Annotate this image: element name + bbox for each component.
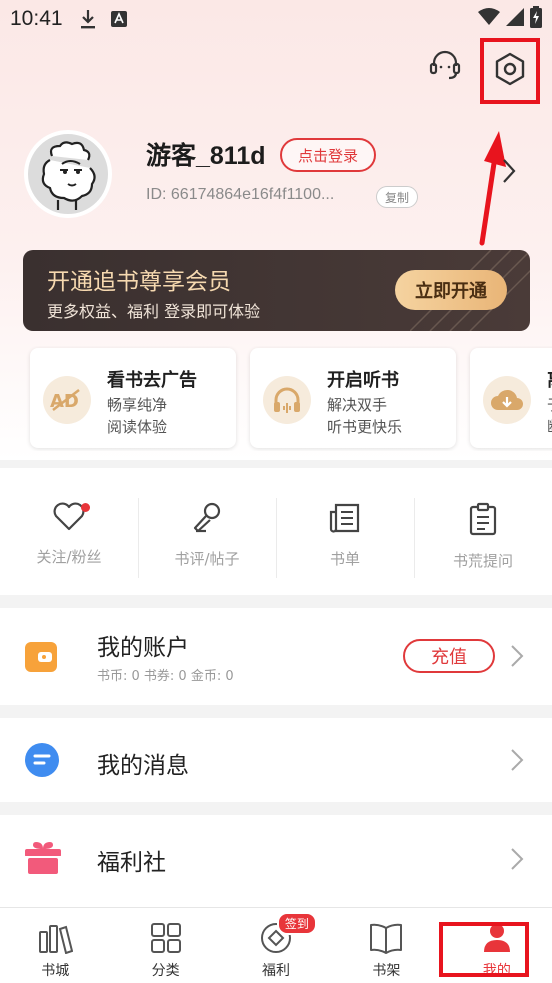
settings-button[interactable] xyxy=(480,38,540,104)
annotation-highlight-box xyxy=(439,922,529,977)
status-time: 10:41 xyxy=(10,7,63,30)
header-actions xyxy=(0,38,552,118)
notification-dot xyxy=(81,503,90,512)
feature-card-audiobook[interactable]: 开启听书 解决双手 听书更快乐 xyxy=(250,348,456,448)
headset-icon xyxy=(427,47,463,87)
feature-title: 开启听书 xyxy=(327,370,399,391)
ad-free-icon: AD xyxy=(43,376,91,424)
avatar[interactable] xyxy=(24,130,112,218)
bookshelf-icon xyxy=(368,922,404,958)
feature-card-ad-free[interactable]: AD 看书去广告 畅享纯净 阅读体验 xyxy=(30,348,236,448)
chevron-right-icon xyxy=(510,847,524,875)
copy-id-button[interactable]: 复制 xyxy=(376,186,419,208)
login-button[interactable]: 点击登录 xyxy=(280,138,377,172)
shortcut-book-request[interactable]: 书荒提问 xyxy=(414,468,552,595)
sheep-avatar-icon xyxy=(41,141,96,210)
recharge-button[interactable]: 充值 xyxy=(403,639,495,673)
feature-line: 畅享纯净 xyxy=(107,396,168,414)
shortcut-follow-fans[interactable]: 关注/粉丝 xyxy=(0,468,138,595)
cloud-download-icon xyxy=(483,376,531,424)
tab-bookstore[interactable]: 书城 xyxy=(0,908,110,983)
shortcut-label: 书荒提问 xyxy=(452,552,513,570)
settings-hexagon-icon xyxy=(492,51,528,91)
shortcut-label: 书评/帖子 xyxy=(174,550,240,568)
vip-title: 开通追书尊享会员 xyxy=(47,269,231,295)
feature-row: AD 看书去广告 畅享纯净 阅读体验 开启听书 解决双手 听书更快乐 离 于 断 xyxy=(0,346,552,451)
shortcut-reviews-posts[interactable]: 书评/帖子 xyxy=(138,468,276,595)
headphones-icon xyxy=(263,376,311,424)
tab-label: 书架 xyxy=(372,963,401,979)
menu-welfare-club[interactable]: 福利社 xyxy=(0,815,552,907)
clipboard-icon xyxy=(468,502,498,540)
shortcut-label: 关注/粉丝 xyxy=(36,548,102,566)
booklist-icon xyxy=(328,502,362,538)
profile-section[interactable]: 游客_811d 点击登录 ID: 66174864e16f4f1100... 复… xyxy=(24,128,534,228)
chevron-right-icon xyxy=(510,748,524,776)
checkin-badge: 签到 xyxy=(276,912,317,935)
feature-line: 阅读体验 xyxy=(107,418,168,436)
user-id: ID: 66174864e16f4f1100... xyxy=(146,186,335,203)
menu-my-messages[interactable]: 我的消息 xyxy=(0,718,552,802)
tab-label: 福利 xyxy=(262,963,291,979)
feature-line: 解决双手 xyxy=(327,396,388,414)
download-icon xyxy=(79,8,97,30)
username: 游客_811d xyxy=(146,142,266,170)
gift-icon xyxy=(24,839,62,879)
tab-bookshelf[interactable]: 书架 xyxy=(331,908,441,983)
menu-title: 我的账户 xyxy=(97,635,189,661)
chevron-right-icon[interactable] xyxy=(502,158,516,188)
microphone-icon xyxy=(190,502,224,538)
shortcut-booklist[interactable]: 书单 xyxy=(276,468,414,595)
feature-line: 断 xyxy=(547,416,552,437)
account-balances: 书币: 0 书券: 0 金币: 0 xyxy=(97,669,234,684)
vip-subtitle: 更多权益、福利 登录即可体验 xyxy=(47,302,261,321)
signal-icon xyxy=(506,8,524,30)
feature-title: 离 xyxy=(547,366,552,392)
font-app-icon xyxy=(110,11,127,27)
feature-card-offline[interactable]: 离 于 断 xyxy=(470,348,552,448)
feature-line: 于 xyxy=(547,394,552,415)
feature-line: 听书更快乐 xyxy=(327,418,403,436)
feature-title: 看书去广告 xyxy=(107,370,197,391)
shortcut-grid: 关注/粉丝 书评/帖子 书单 书荒提问 xyxy=(0,468,552,595)
menu-title: 福利社 xyxy=(97,850,166,876)
tab-label: 书城 xyxy=(41,963,70,979)
wifi-icon xyxy=(478,8,500,30)
vip-banner[interactable]: 开通追书尊享会员 更多权益、福利 登录即可体验 立即开通 xyxy=(23,250,530,331)
message-icon xyxy=(24,742,60,782)
battery-icon xyxy=(530,6,542,32)
bookstore-icon xyxy=(37,922,74,958)
tab-category[interactable]: 分类 xyxy=(110,908,220,983)
vip-activate-button[interactable]: 立即开通 xyxy=(395,270,507,310)
wallet-icon xyxy=(24,640,58,678)
status-bar: 10:41 xyxy=(0,0,552,38)
chevron-right-icon xyxy=(510,644,524,672)
grid-icon xyxy=(150,922,182,958)
customer-service-button[interactable] xyxy=(424,46,466,88)
tab-welfare[interactable]: 签到 福利 xyxy=(221,908,331,983)
tab-label: 分类 xyxy=(151,963,180,979)
menu-my-account[interactable]: 我的账户 书币: 0 书券: 0 金币: 0 充值 xyxy=(0,608,552,705)
menu-title: 我的消息 xyxy=(97,753,189,779)
shortcut-label: 书单 xyxy=(329,550,360,568)
